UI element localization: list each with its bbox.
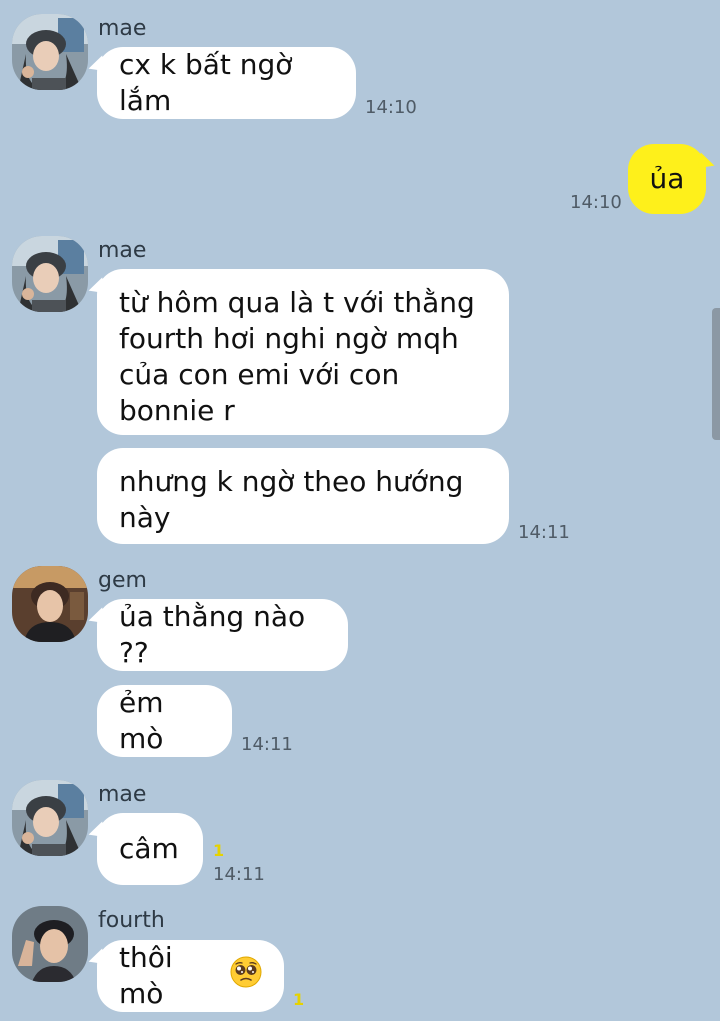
message-bubble[interactable]: ủa thằng nào ?? bbox=[97, 599, 348, 671]
message-time: 14:11 bbox=[213, 864, 265, 885]
sender-name: mae bbox=[98, 238, 147, 263]
message-text: ẻm mò bbox=[119, 686, 164, 755]
message-bubble[interactable]: ẻm mò bbox=[97, 685, 232, 757]
sender-name: mae bbox=[98, 782, 147, 807]
avatar-mae-icon bbox=[12, 780, 88, 856]
message-bubble[interactable]: thôi mò bbox=[97, 940, 284, 1012]
unread-count: 1 bbox=[213, 841, 225, 860]
scrollbar[interactable] bbox=[712, 308, 720, 440]
message-text: câm bbox=[119, 832, 179, 865]
unread-count: 1 bbox=[293, 990, 305, 1009]
sender-name: fourth bbox=[98, 908, 165, 933]
message-time: 14:10 bbox=[570, 192, 622, 213]
avatar-mae[interactable] bbox=[12, 780, 88, 856]
message-text: ủa bbox=[649, 162, 685, 195]
message-text: từ hôm qua là t với thằng fourth hơi ngh… bbox=[119, 286, 475, 427]
avatar-mae-icon bbox=[12, 14, 88, 90]
avatar-fourth[interactable] bbox=[12, 906, 88, 982]
message-bubble[interactable]: câm bbox=[97, 813, 203, 885]
avatar-mae[interactable] bbox=[12, 236, 88, 312]
message-bubble[interactable]: từ hôm qua là t với thằng fourth hơi ngh… bbox=[97, 269, 509, 435]
message-text: thôi mò bbox=[119, 941, 173, 1010]
avatar-gem-icon bbox=[12, 566, 88, 642]
avatar-mae[interactable] bbox=[12, 14, 88, 90]
message-text: nhưng k ngờ theo hướng này bbox=[119, 465, 464, 534]
message-text: ủa thằng nào ?? bbox=[119, 600, 306, 669]
pleading-face-emoji-icon bbox=[230, 956, 262, 997]
sender-name: mae bbox=[98, 16, 147, 41]
message-text: cx k bất ngờ lắm bbox=[119, 48, 293, 117]
avatar-fourth-icon bbox=[12, 906, 88, 982]
sender-name: gem bbox=[98, 568, 147, 593]
message-time: 14:11 bbox=[518, 522, 570, 543]
my-message-bubble[interactable]: ủa bbox=[628, 144, 706, 214]
message-bubble[interactable]: nhưng k ngờ theo hướng này bbox=[97, 448, 509, 544]
avatar-mae-icon bbox=[12, 236, 88, 312]
message-time: 14:10 bbox=[365, 97, 417, 118]
message-bubble[interactable]: cx k bất ngờ lắm bbox=[97, 47, 356, 119]
message-time: 14:11 bbox=[241, 734, 293, 755]
avatar-gem[interactable] bbox=[12, 566, 88, 642]
chat-area[interactable]: mae cx k bất ngờ lắm 14:10 ủa 14:10 mae … bbox=[0, 0, 720, 1021]
